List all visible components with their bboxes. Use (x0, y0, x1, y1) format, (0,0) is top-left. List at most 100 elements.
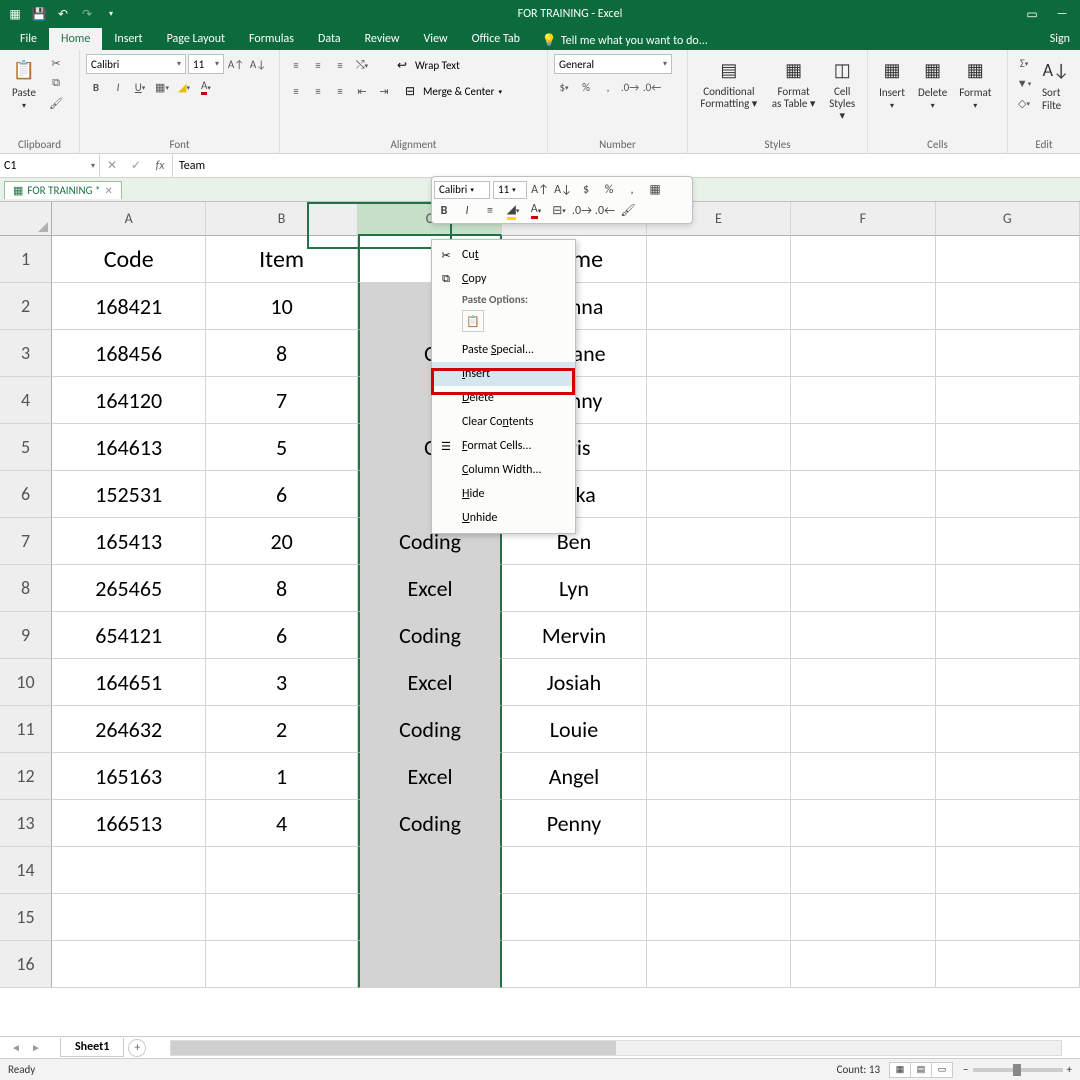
name-box[interactable]: C1▾ (0, 154, 100, 177)
cell-E16[interactable] (647, 941, 791, 988)
cell-A6[interactable]: 152531 (52, 471, 206, 518)
col-header-A[interactable]: A (52, 202, 206, 236)
row-header-4[interactable]: 4 (0, 377, 52, 424)
cell-D15[interactable] (502, 894, 646, 941)
row-header-10[interactable]: 10 (0, 659, 52, 706)
cell-A1[interactable]: Code (52, 236, 206, 283)
row-header-2[interactable]: 2 (0, 283, 52, 330)
font-name-combo[interactable]: Calibri▾ (86, 54, 186, 74)
cell-C9[interactable]: Coding (358, 612, 502, 659)
cell-A4[interactable]: 164120 (52, 377, 206, 424)
cell-F3[interactable] (791, 330, 935, 377)
row-header-11[interactable]: 11 (0, 706, 52, 753)
sort-filter-button[interactable]: A↓Sort Filte (1038, 54, 1074, 114)
cell-B6[interactable]: 6 (206, 471, 357, 518)
clear-icon[interactable]: ◇▾ (1014, 94, 1034, 112)
percent-icon[interactable]: % (576, 78, 596, 96)
cell-E6[interactable] (647, 471, 791, 518)
cm-insert[interactable]: Insert (432, 362, 575, 386)
cell-D16[interactable] (502, 941, 646, 988)
tab-insert[interactable]: Insert (102, 28, 154, 50)
paste-button[interactable]: 📋 Paste ▾ (6, 54, 42, 113)
cell-F7[interactable] (791, 518, 935, 565)
cell-B12[interactable]: 1 (206, 753, 357, 800)
zoom-in-icon[interactable]: + (1067, 1063, 1072, 1076)
col-header-F[interactable]: F (791, 202, 935, 236)
cell-A16[interactable] (52, 941, 206, 988)
cm-column-width[interactable]: Column Width... (432, 458, 575, 482)
cell-A13[interactable]: 166513 (52, 800, 206, 847)
cell-G16[interactable] (936, 941, 1080, 988)
cm-delete[interactable]: Delete (432, 386, 575, 410)
mini-percent-icon[interactable]: % (599, 181, 619, 199)
cell-F5[interactable] (791, 424, 935, 471)
fill-color-button[interactable]: ◢▾ (174, 78, 194, 96)
mini-currency-icon[interactable]: $ (576, 181, 596, 199)
cell-B4[interactable]: 7 (206, 377, 357, 424)
cell-B5[interactable]: 5 (206, 424, 357, 471)
cell-E4[interactable] (647, 377, 791, 424)
cell-C16[interactable] (358, 941, 502, 988)
cell-F11[interactable] (791, 706, 935, 753)
align-middle-icon[interactable]: ≡ (308, 56, 328, 74)
cell-D11[interactable]: Louie (502, 706, 646, 753)
qat-customize-icon[interactable]: ▾ (100, 3, 122, 25)
mini-merge-icon[interactable]: ⊟▾ (549, 202, 569, 220)
cell-B8[interactable]: 8 (206, 565, 357, 612)
tab-data[interactable]: Data (306, 28, 353, 50)
sheet-nav-prev-icon[interactable]: ◄ (8, 1040, 24, 1056)
sheet-tab[interactable]: Sheet1 (60, 1038, 124, 1057)
enter-formula-icon[interactable]: ✓ (124, 154, 148, 177)
row-header-5[interactable]: 5 (0, 424, 52, 471)
cell-C10[interactable]: Excel (358, 659, 502, 706)
row-header-8[interactable]: 8 (0, 565, 52, 612)
tab-file[interactable]: File (8, 28, 49, 50)
cell-F15[interactable] (791, 894, 935, 941)
minimize-icon[interactable]: — (1048, 4, 1076, 24)
align-right-icon[interactable]: ≡ (330, 82, 350, 100)
sheet-nav-next-icon[interactable]: ► (28, 1040, 44, 1056)
cell-B10[interactable]: 3 (206, 659, 357, 706)
insert-cells-button[interactable]: ▦Insert▾ (874, 54, 910, 113)
cell-B14[interactable] (206, 847, 357, 894)
cell-B3[interactable]: 8 (206, 330, 357, 377)
cell-G10[interactable] (936, 659, 1080, 706)
mini-font-combo[interactable]: Calibri▾ (434, 181, 490, 199)
ribbon-options-icon[interactable]: ▭ (1018, 4, 1046, 24)
cell-F9[interactable] (791, 612, 935, 659)
cell-E7[interactable] (647, 518, 791, 565)
tab-office-tab[interactable]: Office Tab (460, 28, 532, 50)
mini-decrease-font-icon[interactable]: A↓ (553, 181, 573, 199)
row-header-14[interactable]: 14 (0, 847, 52, 894)
tab-home[interactable]: Home (49, 28, 102, 50)
zoom-out-icon[interactable]: − (963, 1063, 968, 1076)
cell-A5[interactable]: 164613 (52, 424, 206, 471)
cell-F1[interactable] (791, 236, 935, 283)
cell-F14[interactable] (791, 847, 935, 894)
row-header-9[interactable]: 9 (0, 612, 52, 659)
cell-E8[interactable] (647, 565, 791, 612)
decrease-decimal-icon[interactable]: .0← (642, 78, 662, 96)
row-header-6[interactable]: 6 (0, 471, 52, 518)
format-painter-icon[interactable]: 🖌 (46, 94, 66, 112)
conditional-formatting-button[interactable]: ▤Conditional Formatting ▾ (694, 54, 764, 112)
cell-F13[interactable] (791, 800, 935, 847)
view-normal-icon[interactable]: ▦ (889, 1062, 911, 1078)
cell-B11[interactable]: 2 (206, 706, 357, 753)
tab-review[interactable]: Review (353, 28, 412, 50)
cell-G14[interactable] (936, 847, 1080, 894)
cell-F12[interactable] (791, 753, 935, 800)
number-format-combo[interactable]: General▾ (554, 54, 672, 74)
cm-unhide[interactable]: Unhide (432, 506, 575, 530)
cell-B15[interactable] (206, 894, 357, 941)
row-header-3[interactable]: 3 (0, 330, 52, 377)
mini-comma-icon[interactable]: , (622, 181, 642, 199)
cell-F4[interactable] (791, 377, 935, 424)
cell-F10[interactable] (791, 659, 935, 706)
cell-A12[interactable]: 165163 (52, 753, 206, 800)
cell-C15[interactable] (358, 894, 502, 941)
cell-E5[interactable] (647, 424, 791, 471)
cell-E13[interactable] (647, 800, 791, 847)
horizontal-scrollbar[interactable] (170, 1040, 1062, 1056)
cm-clear-contents[interactable]: Clear Contents (432, 410, 575, 434)
